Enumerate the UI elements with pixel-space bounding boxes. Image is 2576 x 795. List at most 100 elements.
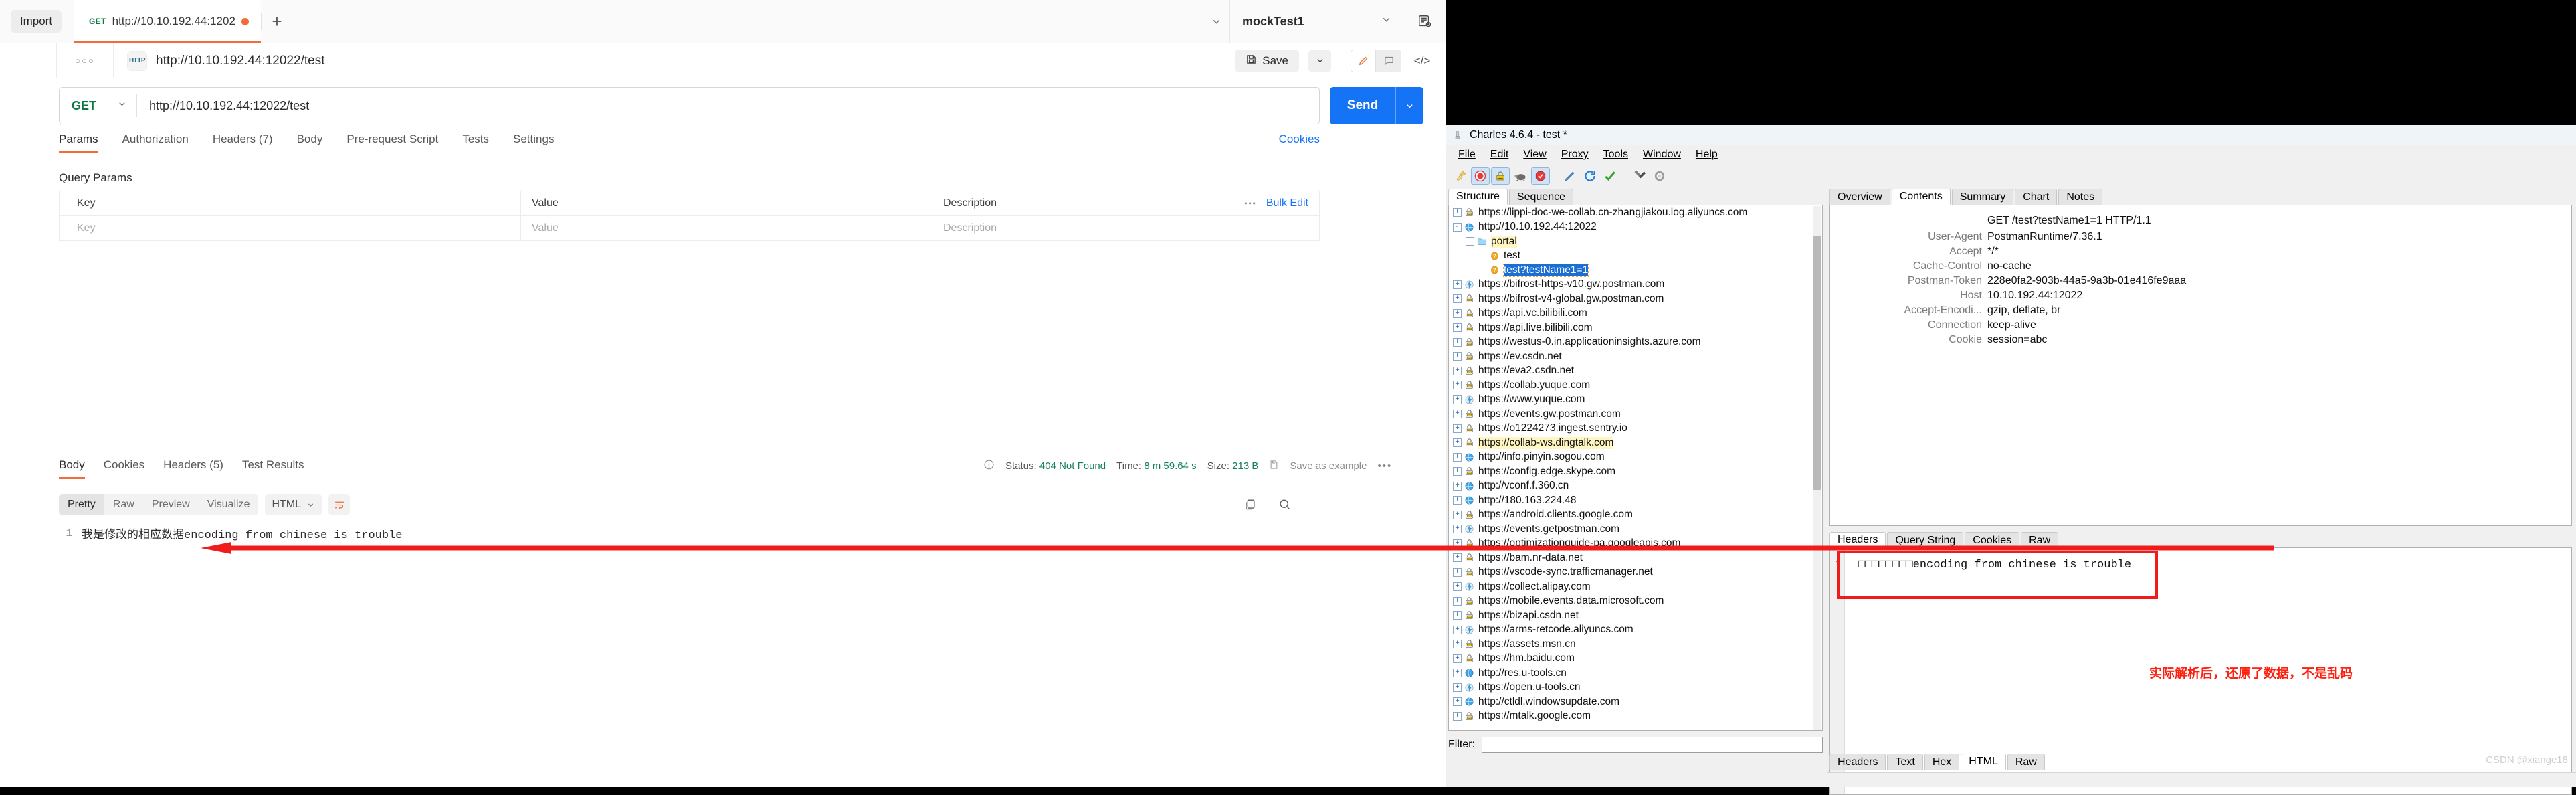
tree-node[interactable]: + https://android.clients.google.com bbox=[1449, 508, 1822, 523]
send-options-chevron-icon[interactable] bbox=[1395, 87, 1423, 124]
url-input[interactable]: http://10.10.192.44:12022/test bbox=[137, 99, 1319, 113]
subtab-response-html[interactable]: HTML bbox=[1961, 754, 2006, 770]
tab-body[interactable]: Body bbox=[297, 132, 323, 153]
tree-node[interactable]: + https://bizapi.csdn.net bbox=[1449, 608, 1822, 623]
param-key-input[interactable]: Key bbox=[60, 215, 521, 241]
menu-tools[interactable]: Tools bbox=[1596, 149, 1636, 161]
expand-icon[interactable]: + bbox=[1452, 653, 1463, 665]
edit-pencil-icon[interactable] bbox=[1351, 49, 1376, 72]
save-button[interactable]: Save bbox=[1235, 49, 1299, 72]
subtab-response-headers[interactable]: Headers bbox=[1829, 754, 1886, 770]
expand-icon[interactable]: + bbox=[1452, 667, 1463, 679]
tab-overview[interactable]: Overview bbox=[1829, 189, 1890, 205]
expand-icon[interactable]: + bbox=[1452, 480, 1463, 492]
param-description-input[interactable]: Description bbox=[932, 216, 1319, 241]
language-select[interactable]: HTML bbox=[265, 494, 322, 515]
tab-authorization[interactable]: Authorization bbox=[122, 132, 189, 153]
code-snippet-icon[interactable]: </> bbox=[1411, 50, 1433, 72]
tree-node[interactable]: + portal bbox=[1449, 234, 1822, 249]
repeat-icon[interactable] bbox=[1581, 167, 1599, 185]
tab-list-chevron-icon[interactable] bbox=[1203, 16, 1229, 27]
request-tab[interactable]: GET http://10.10.192.44:1202 bbox=[74, 0, 261, 43]
environment-selector[interactable]: mockTest1 bbox=[1230, 0, 1404, 43]
expand-icon[interactable]: + bbox=[1452, 523, 1463, 535]
expand-icon[interactable]: + bbox=[1452, 337, 1463, 348]
param-value-input[interactable]: Value bbox=[521, 215, 932, 241]
tab-response-headers[interactable]: Headers (5) bbox=[163, 458, 223, 479]
expand-icon[interactable]: + bbox=[1452, 696, 1463, 707]
tree-node[interactable]: + https://eva2.csdn.net bbox=[1449, 364, 1822, 379]
expand-icon[interactable]: + bbox=[1452, 567, 1463, 578]
settings-gear-icon[interactable] bbox=[1650, 167, 1669, 185]
breakpoints-icon[interactable] bbox=[1531, 167, 1550, 185]
sidebar-more-actions[interactable]: ○○○ bbox=[57, 56, 113, 66]
expand-icon[interactable]: + bbox=[1452, 365, 1463, 377]
expand-icon[interactable]: + bbox=[1452, 711, 1463, 722]
tab-response-body[interactable]: Body bbox=[59, 458, 85, 479]
tab-settings[interactable]: Settings bbox=[513, 132, 554, 153]
tree-node[interactable]: + https://collect.alipay.com bbox=[1449, 580, 1822, 594]
tree-node[interactable]: + https://mobile.events.data.microsoft.co… bbox=[1449, 594, 1822, 609]
tab-response-cookies[interactable]: Cookies bbox=[104, 458, 144, 479]
tab-params[interactable]: Params bbox=[59, 132, 98, 153]
tree-node[interactable]: + https://events.gw.postman.com bbox=[1449, 407, 1822, 422]
tree-node[interactable]: + https://collab-ws.dingtalk.com bbox=[1449, 436, 1822, 450]
tree-scrollbar[interactable] bbox=[1813, 206, 1821, 730]
expand-icon[interactable]: + bbox=[1452, 437, 1463, 448]
view-preview-button[interactable]: Preview bbox=[143, 494, 199, 515]
menu-window[interactable]: Window bbox=[1636, 149, 1688, 161]
send-button[interactable]: Send bbox=[1330, 87, 1395, 124]
tab-tests[interactable]: Tests bbox=[462, 132, 489, 153]
tree-node[interactable]: ? test?testName1=1 bbox=[1449, 263, 1822, 278]
expand-icon[interactable]: + bbox=[1452, 682, 1463, 693]
search-icon[interactable] bbox=[1276, 494, 1293, 514]
expand-icon[interactable]: + bbox=[1452, 495, 1463, 506]
cookies-link[interactable]: Cookies bbox=[1279, 132, 1320, 153]
tree-scroll-thumb[interactable] bbox=[1813, 236, 1821, 490]
tab-contents[interactable]: Contents bbox=[1891, 189, 1951, 205]
expand-icon[interactable]: + bbox=[1452, 624, 1463, 636]
expand-icon[interactable]: + bbox=[1452, 351, 1463, 362]
expand-icon[interactable]: + bbox=[1452, 308, 1463, 319]
expand-icon[interactable]: + bbox=[1452, 408, 1463, 420]
ssl-proxying-icon[interactable] bbox=[1491, 167, 1510, 185]
expand-icon[interactable]: + bbox=[1452, 207, 1463, 218]
tree-node[interactable]: + https://events.getpostman.com bbox=[1449, 522, 1822, 537]
tab-headers[interactable]: Headers (7) bbox=[213, 132, 273, 153]
comment-icon[interactable] bbox=[1376, 49, 1401, 72]
subtab-response-text[interactable]: Text bbox=[1887, 754, 1923, 770]
menu-help[interactable]: Help bbox=[1688, 149, 1725, 161]
tree-node[interactable]: + https://config.edge.skype.com bbox=[1449, 464, 1822, 479]
validate-check-icon[interactable] bbox=[1601, 167, 1619, 185]
expand-icon[interactable]: + bbox=[1452, 379, 1463, 391]
copy-icon[interactable] bbox=[1241, 494, 1258, 514]
http-method-select[interactable]: GET bbox=[60, 88, 136, 124]
record-icon[interactable] bbox=[1471, 167, 1490, 185]
expand-icon[interactable]: + bbox=[1452, 293, 1463, 304]
tree-node[interactable]: + http://info.pinyin.sogou.com bbox=[1449, 450, 1822, 465]
bulk-edit-button[interactable]: Bulk Edit bbox=[1266, 197, 1308, 209]
expand-icon[interactable]: + bbox=[1452, 638, 1463, 650]
tree-node[interactable]: + https://o1224273.ingest.sentry.io bbox=[1449, 422, 1822, 436]
tree-node[interactable]: + https://assets.msn.cn bbox=[1449, 637, 1822, 652]
tree-node[interactable]: + https://arms-retcode.aliyuncs.com bbox=[1449, 623, 1822, 638]
expand-icon[interactable]: + bbox=[1452, 394, 1463, 406]
tree-node[interactable]: + http://vconf.f.360.cn bbox=[1449, 479, 1822, 494]
throttle-turtle-icon[interactable] bbox=[1511, 167, 1530, 185]
response-more-actions[interactable]: ••• bbox=[1377, 460, 1392, 472]
tree-node[interactable]: ? test bbox=[1449, 249, 1822, 264]
tree-node[interactable]: + http://ctldl.windowsupdate.com bbox=[1449, 695, 1822, 709]
view-pretty-button[interactable]: Pretty bbox=[59, 494, 104, 515]
tree-node[interactable]: + https://westus-0.in.applicationinsights… bbox=[1449, 335, 1822, 350]
session-tree[interactable]: + https://lippi-doc-we-collab.cn-zhangjia… bbox=[1448, 205, 1823, 731]
tree-node[interactable]: + https://hm.baidu.com bbox=[1449, 652, 1822, 667]
filter-input[interactable] bbox=[1482, 737, 1823, 753]
view-visualize-button[interactable]: Visualize bbox=[199, 494, 259, 515]
environment-quick-look-icon[interactable] bbox=[1404, 0, 1446, 43]
tab-test-results[interactable]: Test Results bbox=[242, 458, 304, 479]
expand-icon[interactable]: + bbox=[1452, 452, 1463, 463]
tree-node[interactable]: - http://10.10.192.44:12022 bbox=[1449, 220, 1822, 235]
expand-icon[interactable]: + bbox=[1452, 279, 1463, 290]
clear-broom-icon[interactable] bbox=[1451, 167, 1470, 185]
expand-icon[interactable]: + bbox=[1452, 610, 1463, 621]
